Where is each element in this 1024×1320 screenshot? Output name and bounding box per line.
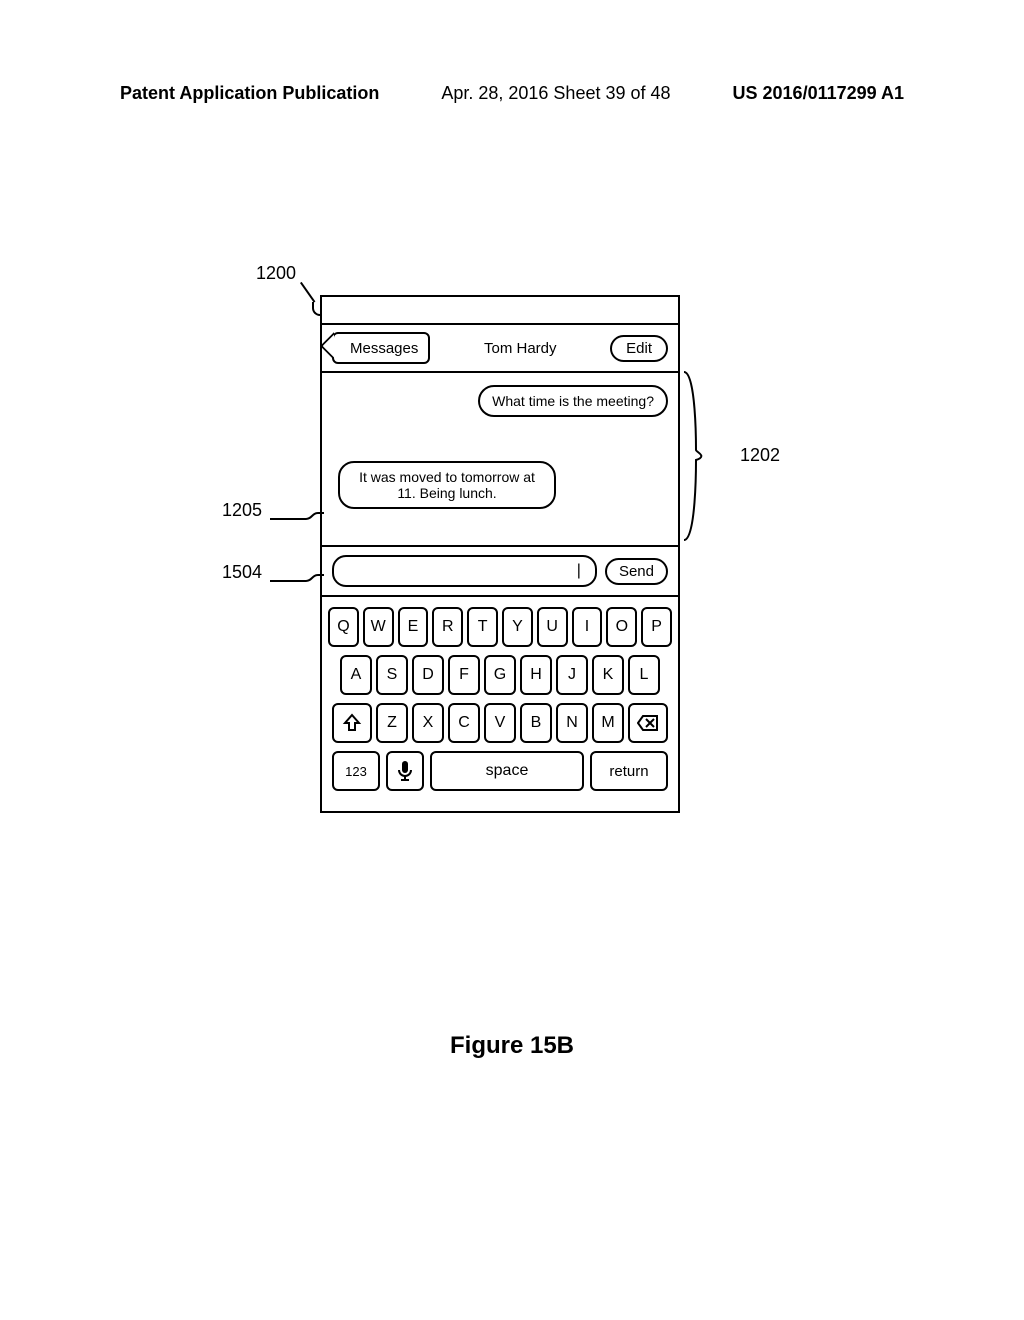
key-v[interactable]: V <box>484 703 516 743</box>
key-h[interactable]: H <box>520 655 552 695</box>
key-s[interactable]: S <box>376 655 408 695</box>
keyboard-row-2: A S D F G H J K L <box>328 655 672 695</box>
key-w[interactable]: W <box>363 607 394 647</box>
keyboard-row-1: Q W E R T Y U I O P <box>328 607 672 647</box>
key-mic[interactable] <box>386 751 424 791</box>
callout-1202-brace <box>682 370 708 542</box>
compose-input[interactable]: | <box>332 555 597 587</box>
keyboard: Q W E R T Y U I O P A S D F G H J K L <box>322 597 678 811</box>
key-shift[interactable] <box>332 703 372 743</box>
message-incoming: It was moved to tomorrow at 11. Being lu… <box>338 461 556 509</box>
status-bar <box>322 297 678 325</box>
key-l[interactable]: L <box>628 655 660 695</box>
callout-1200-leader <box>300 282 315 303</box>
keyboard-row-4: 123 space return <box>328 751 672 791</box>
back-button-label: Messages <box>350 340 418 357</box>
key-m[interactable]: M <box>592 703 624 743</box>
key-b[interactable]: B <box>520 703 552 743</box>
key-n[interactable]: N <box>556 703 588 743</box>
nav-title: Tom Hardy <box>430 340 610 357</box>
key-f[interactable]: F <box>448 655 480 695</box>
key-numbers[interactable]: 123 <box>332 751 380 791</box>
key-u[interactable]: U <box>537 607 568 647</box>
compose-cursor: | <box>577 562 581 580</box>
key-backspace[interactable] <box>628 703 668 743</box>
key-r[interactable]: R <box>432 607 463 647</box>
key-i[interactable]: I <box>572 607 603 647</box>
figure-caption: Figure 15B <box>0 1032 1024 1060</box>
header-right: US 2016/0117299 A1 <box>733 83 904 104</box>
key-q[interactable]: Q <box>328 607 359 647</box>
key-o[interactable]: O <box>606 607 637 647</box>
mic-icon <box>397 760 413 782</box>
key-d[interactable]: D <box>412 655 444 695</box>
key-t[interactable]: T <box>467 607 498 647</box>
header-center: Apr. 28, 2016 Sheet 39 of 48 <box>441 83 670 104</box>
conversation-area: What time is the meeting? It was moved t… <box>322 373 678 547</box>
device-frame: Messages Tom Hardy Edit What time is the… <box>320 295 680 813</box>
key-z[interactable]: Z <box>376 703 408 743</box>
send-button[interactable]: Send <box>605 558 668 585</box>
key-j[interactable]: J <box>556 655 588 695</box>
key-x[interactable]: X <box>412 703 444 743</box>
callout-1205: 1205 <box>222 500 262 521</box>
key-e[interactable]: E <box>398 607 429 647</box>
callout-1200: 1200 <box>256 263 296 284</box>
header-left: Patent Application Publication <box>120 83 379 104</box>
keyboard-row-3: Z X C V B N M <box>328 703 672 743</box>
shift-icon <box>342 713 362 733</box>
compose-bar: | Send <box>322 547 678 597</box>
key-y[interactable]: Y <box>502 607 533 647</box>
callout-1202: 1202 <box>740 445 780 466</box>
nav-bar: Messages Tom Hardy Edit <box>322 325 678 373</box>
page-header: Patent Application Publication Apr. 28, … <box>120 83 904 104</box>
key-p[interactable]: P <box>641 607 672 647</box>
message-outgoing: What time is the meeting? <box>478 385 668 417</box>
key-k[interactable]: K <box>592 655 624 695</box>
key-g[interactable]: G <box>484 655 516 695</box>
callout-1504-leader <box>270 573 324 589</box>
key-c[interactable]: C <box>448 703 480 743</box>
key-a[interactable]: A <box>340 655 372 695</box>
key-return[interactable]: return <box>590 751 668 791</box>
edit-button[interactable]: Edit <box>610 335 668 362</box>
callout-1504: 1504 <box>222 562 262 583</box>
callout-1205-leader <box>270 511 324 527</box>
back-button[interactable]: Messages <box>332 332 430 364</box>
backspace-icon <box>637 714 659 732</box>
key-space[interactable]: space <box>430 751 584 791</box>
